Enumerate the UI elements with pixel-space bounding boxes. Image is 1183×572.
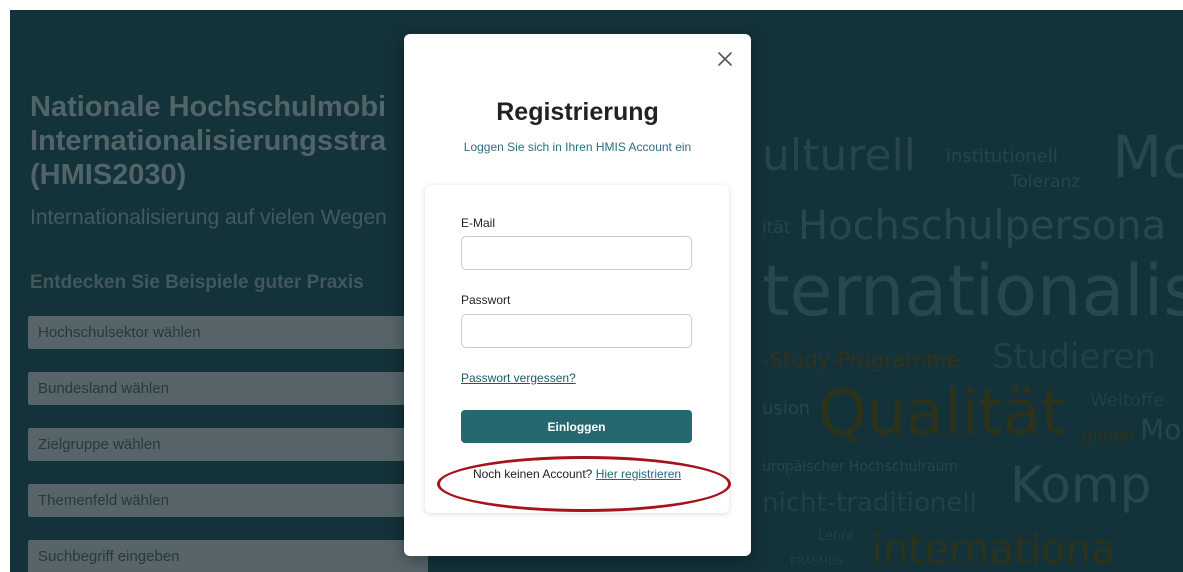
close-button[interactable] bbox=[712, 46, 738, 72]
email-field[interactable] bbox=[461, 236, 692, 270]
register-prompt: Noch keinen Account? Hier registrieren bbox=[425, 467, 729, 481]
page-background: Nationale Hochschulmobi Internationalisi… bbox=[10, 10, 1183, 572]
email-label: E-Mail bbox=[461, 216, 496, 230]
modal-title: Registrierung bbox=[496, 98, 659, 126]
modal-subtitle: Loggen Sie sich in Ihren HMIS Account ei… bbox=[463, 140, 692, 154]
password-label: Passwort bbox=[461, 293, 511, 307]
forgot-password-link[interactable]: Passwort vergessen? bbox=[461, 371, 576, 385]
register-link[interactable]: Hier registrieren bbox=[596, 467, 681, 481]
login-button[interactable]: Einloggen bbox=[461, 410, 692, 443]
no-account-text: Noch keinen Account? bbox=[472, 467, 593, 481]
login-form-card: E-Mail Passwort Passwort vergessen? Einl… bbox=[425, 185, 729, 513]
password-field[interactable] bbox=[461, 314, 692, 348]
close-icon bbox=[718, 52, 732, 66]
registration-modal: Registrierung Loggen Sie sich in Ihren H… bbox=[404, 34, 751, 556]
